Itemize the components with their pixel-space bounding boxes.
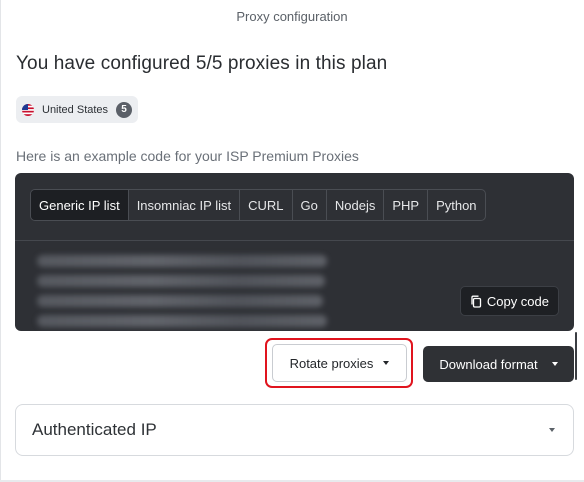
location-label: United States [42, 103, 109, 116]
us-flag-icon [22, 103, 34, 116]
panel-divider [15, 240, 574, 241]
tab-generic-ip-list[interactable]: Generic IP list [31, 190, 129, 220]
tab-curl[interactable]: CURL [240, 190, 293, 220]
rotate-proxies-button[interactable]: Rotate proxies [272, 344, 407, 382]
tab-go[interactable]: Go [293, 190, 327, 220]
code-example-subheading: Here is an example code for your ISP Pre… [16, 148, 359, 164]
copy-code-button[interactable]: Copy code [459, 286, 559, 316]
chevron-down-icon [383, 361, 390, 365]
chevron-down-icon [549, 428, 555, 432]
panel-title: Proxy configuration [236, 8, 348, 24]
tab-nodejs[interactable]: Nodejs [327, 190, 385, 220]
tab-python[interactable]: Python [428, 190, 484, 220]
authenticated-ip-accordion[interactable]: Authenticated IP [15, 404, 574, 456]
location-count-badge: 5 [116, 101, 133, 118]
code-example-panel: Generic IP list Insomniac IP list CURL G… [15, 173, 574, 331]
rotate-proxies-label: Rotate proxies [289, 355, 374, 371]
chevron-down-icon [551, 362, 558, 366]
redacted-ip-list [37, 255, 327, 331]
download-format-button[interactable]: Download format [423, 346, 574, 382]
scrollbar-thumb[interactable] [575, 332, 577, 380]
copy-code-label: Copy code [486, 293, 549, 309]
code-language-tabs: Generic IP list Insomniac IP list CURL G… [30, 189, 486, 221]
tab-php[interactable]: PHP [384, 190, 429, 220]
copy-icon [470, 295, 482, 308]
authenticated-ip-title: Authenticated IP [32, 420, 157, 439]
download-format-label: Download format [439, 356, 538, 372]
proxy-count-headline: You have configured 5/5 proxies in this … [16, 53, 388, 74]
tab-insomniac-ip-list[interactable]: Insomniac IP list [129, 190, 241, 220]
location-chip[interactable]: United States 5 [16, 96, 139, 123]
